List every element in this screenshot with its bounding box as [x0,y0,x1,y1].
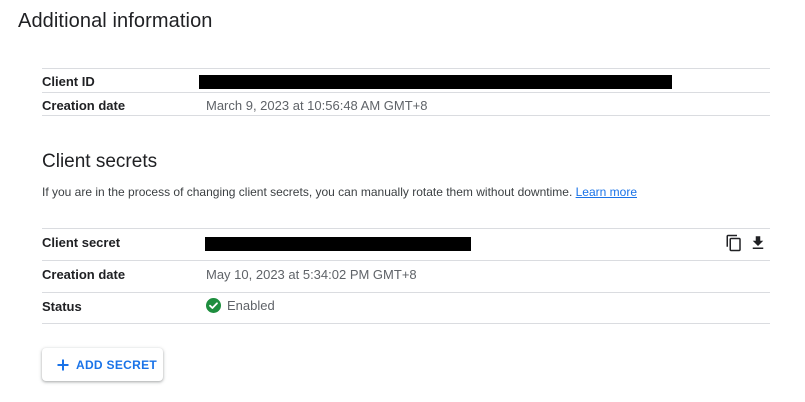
client-info-table: Client ID Creation date March 9, 2023 at… [42,68,770,116]
client-id-row: Client ID [42,68,770,92]
client-secret-value-redacted [205,237,471,251]
add-secret-button[interactable]: ADD SECRET [42,348,163,381]
status-label: Status [42,299,82,314]
client-id-value-redacted [199,75,672,89]
client-creation-date-row: Creation date March 9, 2023 at 10:56:48 … [42,92,770,116]
status-value: Enabled [206,298,275,313]
additional-information-page: Additional information Client ID Creatio… [0,0,805,402]
client-secret-table: Client secret Creation date May 10, 2023… [42,228,770,324]
client-secret-row: Client secret [42,228,770,260]
add-secret-label: ADD SECRET [76,357,158,372]
secret-creation-date-value: May 10, 2023 at 5:34:02 PM GMT+8 [206,267,417,282]
status-text: Enabled [227,298,275,313]
section-title: Additional information [18,10,213,32]
plus-icon [56,358,70,372]
copy-icon[interactable] [725,234,743,252]
learn-more-link[interactable]: Learn more [576,185,637,199]
check-circle-icon [206,298,221,313]
client-creation-date-value: March 9, 2023 at 10:56:48 AM GMT+8 [206,98,428,113]
secret-creation-date-row: Creation date May 10, 2023 at 5:34:02 PM… [42,260,770,292]
client-secret-label: Client secret [42,235,121,250]
helper-text: If you are in the process of changing cl… [42,185,576,199]
client-creation-date-label: Creation date [42,98,126,113]
client-secrets-heading: Client secrets [42,151,158,172]
secret-status-row: Status Enabled [42,292,770,324]
secret-creation-date-label: Creation date [42,267,126,282]
client-secrets-helper: If you are in the process of changing cl… [42,185,637,199]
download-icon[interactable] [749,234,767,252]
client-id-label: Client ID [42,74,95,89]
